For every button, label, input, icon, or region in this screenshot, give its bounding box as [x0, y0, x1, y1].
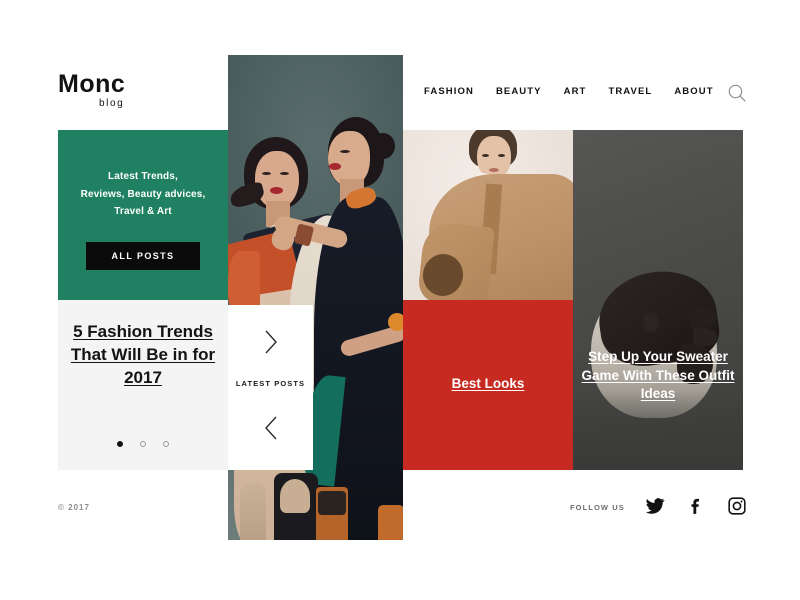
- page-root: Monc blog FASHION BEAUTY ART TRAVEL ABOU…: [0, 0, 800, 600]
- coat-model-eye-left: [482, 154, 489, 157]
- latest-posts-nav: LATEST POSTS: [228, 305, 313, 470]
- carousel-dot-3[interactable]: [163, 441, 169, 447]
- facebook-icon[interactable]: [686, 496, 706, 516]
- portrait-nose: [689, 306, 717, 328]
- promo-block: Latest Trends, Reviews, Beauty advices, …: [58, 130, 228, 300]
- nav-item-fashion[interactable]: FASHION: [424, 86, 474, 97]
- model-b-bracelet: [388, 313, 403, 331]
- logo-wordmark: Monc: [58, 70, 126, 98]
- all-posts-button[interactable]: ALL POSTS: [86, 242, 200, 270]
- follow-us-label: FOLLOW US: [570, 503, 625, 512]
- featured-post-card: 5 Fashion Trends That Will Be in for 201…: [58, 300, 228, 470]
- promo-headline: Latest Trends, Reviews, Beauty advices, …: [80, 171, 206, 217]
- carousel-dot-1[interactable]: [117, 441, 123, 447]
- logo-tagline: blog: [98, 98, 125, 109]
- coat-model-eye-right: [498, 154, 505, 157]
- model-b-hair-bun: [371, 133, 395, 159]
- main-navigation: FASHION BEAUTY ART TRAVEL ABOUT: [424, 86, 714, 97]
- model-a-eye-left: [262, 172, 271, 175]
- best-looks-card[interactable]: Best Looks: [403, 300, 573, 470]
- chevron-right-icon[interactable]: [228, 325, 313, 359]
- model-b-eye: [340, 150, 350, 153]
- latest-posts-label: LATEST POSTS: [235, 379, 306, 388]
- site-logo[interactable]: Monc blog: [58, 72, 125, 109]
- search-icon[interactable]: [727, 83, 747, 103]
- featured-post-title[interactable]: 5 Fashion Trends That Will Be in for 201…: [70, 320, 216, 389]
- nav-item-travel[interactable]: TRAVEL: [608, 86, 652, 97]
- site-header: Monc blog FASHION BEAUTY ART TRAVEL ABOU…: [0, 0, 800, 130]
- nav-item-beauty[interactable]: BEAUTY: [496, 86, 542, 97]
- copyright-text: © 2017: [58, 503, 90, 512]
- site-footer: © 2017 FOLLOW US: [0, 470, 800, 600]
- coat-model-lips: [489, 168, 499, 172]
- model-b-lips: [329, 163, 341, 170]
- nav-item-about[interactable]: ABOUT: [674, 86, 713, 97]
- sweater-post-title[interactable]: Step Up Your Sweater Game With These Out…: [578, 348, 738, 404]
- portrait-ear: [643, 312, 659, 332]
- nav-item-art[interactable]: ART: [564, 86, 587, 97]
- carousel-dot-2[interactable]: [140, 441, 146, 447]
- coat-fashion-photo[interactable]: [403, 130, 573, 300]
- instagram-icon[interactable]: [727, 496, 747, 516]
- twitter-icon[interactable]: [645, 496, 665, 516]
- best-looks-title[interactable]: Best Looks: [403, 376, 573, 391]
- chevron-left-icon[interactable]: [228, 411, 313, 445]
- model-a-lips: [270, 187, 283, 194]
- model-a-eye-right: [280, 172, 289, 175]
- portrait-photo[interactable]: [573, 130, 743, 470]
- carousel-dots: [58, 441, 228, 447]
